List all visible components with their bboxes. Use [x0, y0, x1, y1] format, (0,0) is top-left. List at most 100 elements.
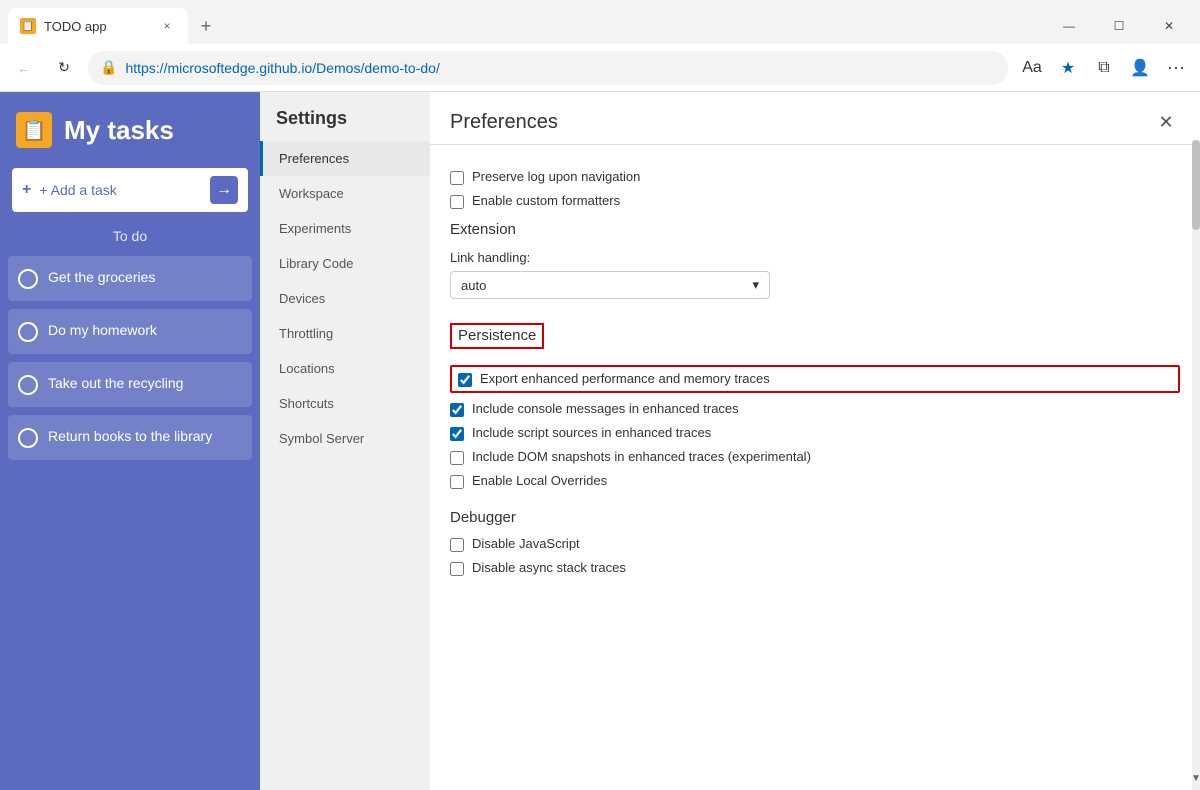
task-item[interactable]: Take out the recycling — [8, 362, 252, 407]
script-sources-label: Include script sources in enhanced trace… — [472, 425, 711, 440]
setting-row-preserve-log: Preserve log upon navigation — [450, 169, 1180, 185]
profile-icon[interactable]: 👤 — [1124, 52, 1156, 84]
back-button[interactable]: ← — [8, 52, 40, 84]
persistence-section-wrapper: Persistence — [450, 323, 544, 349]
address-bar: ← ↻ 🔒 https://microsoftedge.github.io/De… — [0, 44, 1200, 92]
sidebar-item-symbol-server[interactable]: Symbol Server — [260, 421, 430, 456]
task-item[interactable]: Do my homework — [8, 309, 252, 354]
todo-title: My tasks — [64, 115, 174, 146]
disable-async-label: Disable async stack traces — [472, 560, 626, 575]
task-checkbox-3[interactable] — [18, 375, 38, 395]
active-tab[interactable]: 📋 TODO app × — [8, 8, 188, 44]
task-text-4: Return books to the library — [48, 427, 212, 447]
setting-row-disable-js: Disable JavaScript — [450, 536, 1180, 552]
dropdown-chevron-icon: ▾ — [752, 277, 759, 293]
sidebar-item-preferences[interactable]: Preferences — [260, 141, 430, 176]
tab-close-button[interactable]: × — [158, 17, 176, 35]
sidebar-item-library-code[interactable]: Library Code — [260, 246, 430, 281]
extension-section-header: Extension — [450, 221, 1180, 238]
maximize-button[interactable]: ☐ — [1096, 11, 1142, 41]
new-tab-button[interactable]: + — [192, 12, 220, 40]
close-window-button[interactable]: ✕ — [1146, 11, 1192, 41]
add-task-bar[interactable]: + + Add a task → — [12, 168, 248, 212]
local-overrides-checkbox[interactable] — [450, 475, 464, 489]
settings-title: Settings — [260, 92, 430, 141]
setting-row-script-sources: Include script sources in enhanced trace… — [450, 425, 1180, 441]
lock-icon: 🔒 — [100, 59, 117, 76]
devtools-body: Preserve log upon navigation Enable cust… — [430, 145, 1200, 790]
browser-chrome: 📋 TODO app × + — ☐ ✕ ← ↻ 🔒 https://micro… — [0, 0, 1200, 92]
window-controls: — ☐ ✕ — [1046, 11, 1192, 41]
task-item[interactable]: Return books to the library — [8, 415, 252, 460]
link-handling-value: auto — [461, 278, 486, 293]
link-handling-label: Link handling: — [450, 250, 1180, 265]
favorites-icon[interactable]: ★ — [1052, 52, 1084, 84]
task-checkbox-2[interactable] — [18, 322, 38, 342]
preserve-log-checkbox[interactable] — [450, 171, 464, 185]
disable-js-checkbox[interactable] — [450, 538, 464, 552]
url-path: /Demos/demo-to-do/ — [312, 60, 440, 76]
url-domain: microsoftedge.github.io — [167, 60, 312, 76]
sidebar-item-shortcuts[interactable]: Shortcuts — [260, 386, 430, 421]
setting-row-custom-formatters: Enable custom formatters — [450, 193, 1180, 209]
export-traces-label: Export enhanced performance and memory t… — [480, 371, 770, 386]
add-task-arrow-button[interactable]: → — [210, 176, 238, 204]
url-prefix: https:// — [125, 60, 167, 76]
add-task-label: + Add a task — [39, 182, 202, 198]
minimize-button[interactable]: — — [1046, 11, 1092, 41]
link-handling-section: Link handling: auto ▾ — [450, 250, 1180, 299]
console-messages-label: Include console messages in enhanced tra… — [472, 401, 739, 416]
page-content: 📋 My tasks + + Add a task → To do Get th… — [0, 92, 1200, 790]
export-traces-checkbox[interactable] — [458, 373, 472, 387]
todo-header-icon: 📋 — [16, 112, 52, 148]
tab-favicon: 📋 — [20, 18, 36, 34]
local-overrides-label: Enable Local Overrides — [472, 473, 607, 488]
url-text: https://microsoftedge.github.io/Demos/de… — [125, 60, 439, 76]
sidebar-item-throttling[interactable]: Throttling — [260, 316, 430, 351]
setting-row-console-messages: Include console messages in enhanced tra… — [450, 401, 1180, 417]
devtools-header: Preferences ✕ — [430, 92, 1200, 145]
sidebar-item-devices[interactable]: Devices — [260, 281, 430, 316]
scrollbar-down-arrow[interactable]: ▼ — [1192, 766, 1200, 790]
debugger-section-header: Debugger — [450, 509, 1180, 526]
setting-row-disable-async: Disable async stack traces — [450, 560, 1180, 576]
task-text-3: Take out the recycling — [48, 374, 183, 394]
dom-snapshots-checkbox[interactable] — [450, 451, 464, 465]
persistence-section-header: Persistence — [458, 327, 536, 344]
settings-nav-panel: Settings Preferences Workspace Experimen… — [260, 92, 430, 790]
scrollbar-thumb[interactable] — [1192, 140, 1200, 230]
todo-header: 📋 My tasks — [0, 92, 260, 168]
devtools-panel-title: Preferences — [450, 111, 558, 134]
link-handling-dropdown[interactable]: auto ▾ — [450, 271, 770, 299]
todo-section-label: To do — [0, 228, 260, 244]
task-checkbox-1[interactable] — [18, 269, 38, 289]
devtools-close-button[interactable]: ✕ — [1152, 108, 1180, 136]
disable-async-checkbox[interactable] — [450, 562, 464, 576]
sidebar-item-locations[interactable]: Locations — [260, 351, 430, 386]
task-text-2: Do my homework — [48, 321, 157, 341]
url-bar[interactable]: 🔒 https://microsoftedge.github.io/Demos/… — [88, 51, 1008, 85]
task-item[interactable]: Get the groceries — [8, 256, 252, 301]
tab-bar: 📋 TODO app × + — ☐ ✕ — [0, 0, 1200, 44]
todo-sidebar: 📋 My tasks + + Add a task → To do Get th… — [0, 92, 260, 790]
collections-icon[interactable]: ⧉ — [1088, 52, 1120, 84]
refresh-button[interactable]: ↻ — [48, 52, 80, 84]
setting-row-local-overrides: Enable Local Overrides — [450, 473, 1180, 489]
tab-title: TODO app — [44, 19, 107, 34]
console-messages-checkbox[interactable] — [450, 403, 464, 417]
sidebar-item-workspace[interactable]: Workspace — [260, 176, 430, 211]
preserve-log-label: Preserve log upon navigation — [472, 169, 640, 184]
toolbar-icons: Aa ★ ⧉ 👤 ··· — [1016, 52, 1192, 84]
sidebar-item-experiments[interactable]: Experiments — [260, 211, 430, 246]
setting-row-dom-snapshots: Include DOM snapshots in enhanced traces… — [450, 449, 1180, 465]
add-icon: + — [22, 181, 31, 199]
task-checkbox-4[interactable] — [18, 428, 38, 448]
read-aloud-icon[interactable]: Aa — [1016, 52, 1048, 84]
devtools-panel: Preferences ✕ Preserve log upon navigati… — [430, 92, 1200, 790]
more-options-icon[interactable]: ··· — [1160, 52, 1192, 84]
custom-formatters-label: Enable custom formatters — [472, 193, 620, 208]
disable-js-label: Disable JavaScript — [472, 536, 580, 551]
script-sources-checkbox[interactable] — [450, 427, 464, 441]
custom-formatters-checkbox[interactable] — [450, 195, 464, 209]
scrollbar-track[interactable]: ▼ — [1192, 140, 1200, 790]
